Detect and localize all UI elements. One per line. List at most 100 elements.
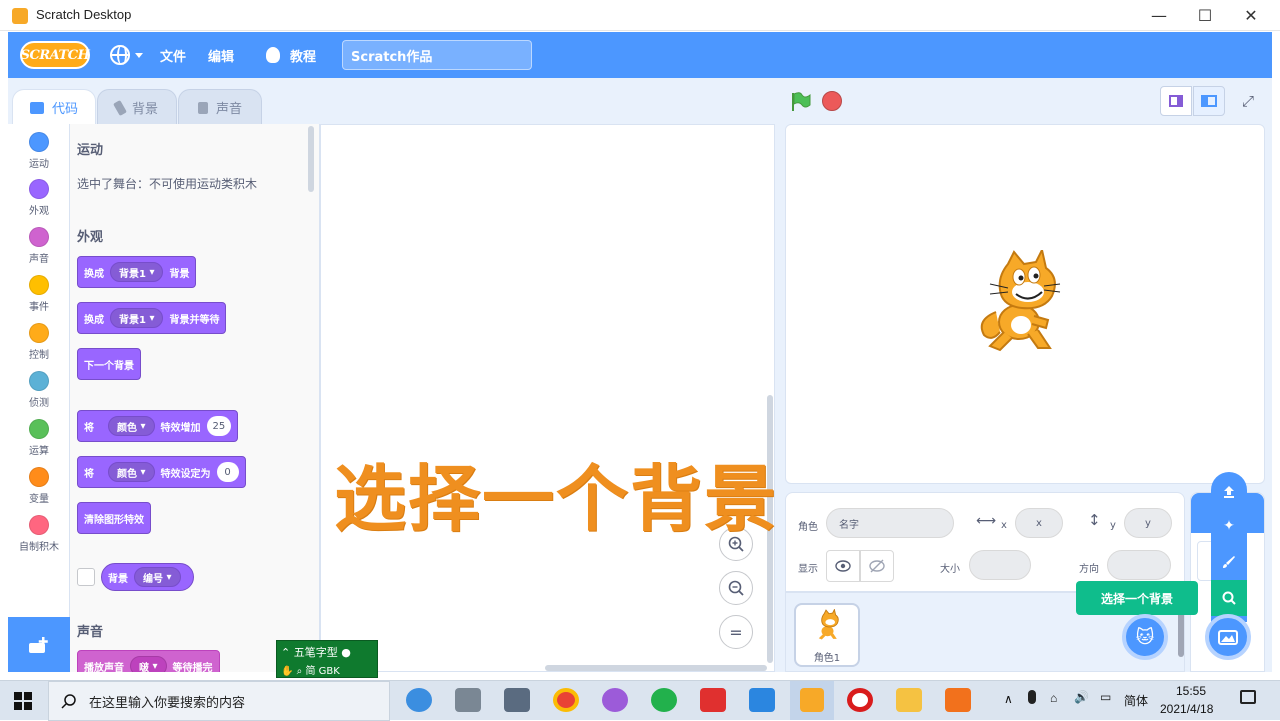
effect-dropdown[interactable]: 颜色 ▾: [108, 416, 155, 436]
category-variables[interactable]: 变量: [8, 467, 70, 505]
taskbar-app-icon[interactable]: [504, 688, 530, 712]
chrome-icon[interactable]: [553, 688, 579, 712]
tray-chevron-icon[interactable]: ∧: [1004, 692, 1013, 706]
taskbar-app-icon[interactable]: [406, 688, 432, 712]
microphone-icon[interactable]: [1028, 690, 1036, 704]
set-effect-block[interactable]: 将 颜色 ▾ 特效设定为 0: [77, 456, 246, 488]
upload-backdrop-button[interactable]: [1211, 474, 1247, 510]
hide-sprite-button[interactable]: [860, 550, 894, 582]
close-button[interactable]: ✕: [1228, 0, 1274, 31]
network-icon[interactable]: ⌂: [1050, 691, 1057, 705]
ime-search-icon: ⌕: [296, 666, 303, 677]
scratch-logo[interactable]: SCRATCH: [20, 41, 90, 69]
taskbar-app-icon[interactable]: [455, 688, 481, 712]
category-operators[interactable]: 运算: [8, 419, 70, 457]
normal-stage-button[interactable]: [1193, 86, 1225, 116]
project-title-input[interactable]: Scratch作品: [342, 40, 532, 70]
play-sound-until-done-block[interactable]: 播放声音 啵 ▾ 等待播完: [77, 650, 220, 672]
stage-canvas[interactable]: [785, 124, 1265, 484]
edit-menu[interactable]: 编辑: [208, 32, 234, 78]
tab-backdrops[interactable]: 背景: [97, 89, 177, 125]
taskbar-app-icon[interactable]: [945, 688, 971, 712]
sound-dropdown[interactable]: 啵 ▾: [130, 656, 167, 672]
paint-backdrop-button[interactable]: [1211, 544, 1247, 580]
zoom-reset-button[interactable]: =: [719, 615, 753, 649]
choose-backdrop-button[interactable]: [1205, 614, 1251, 660]
tutorials-menu[interactable]: 教程: [266, 32, 316, 78]
fullscreen-button[interactable]: ⤢: [1232, 86, 1264, 116]
small-stage-button[interactable]: [1160, 86, 1192, 116]
caret-down-icon: [135, 52, 143, 58]
effect-set-input[interactable]: 0: [216, 462, 239, 482]
search-backdrop-button[interactable]: [1211, 580, 1247, 616]
switch-backdrop-block[interactable]: 换成 背景1 ▾ 背景: [77, 256, 197, 288]
monitor-checkbox[interactable]: [77, 568, 95, 586]
category-control[interactable]: 控制: [8, 323, 70, 361]
size-input[interactable]: [969, 550, 1031, 580]
category-looks[interactable]: 外观: [8, 179, 70, 217]
x-input[interactable]: x: [1015, 508, 1063, 538]
tab-sounds[interactable]: 声音: [178, 89, 262, 125]
backdrop-number-reporter[interactable]: 背景 编号 ▾: [101, 563, 194, 591]
sprite-name-input[interactable]: 名字: [826, 508, 954, 538]
tab-code[interactable]: 代码: [12, 89, 96, 125]
volume-icon[interactable]: 🔊: [1074, 690, 1089, 704]
effect-dropdown[interactable]: 颜色 ▾: [108, 462, 155, 482]
sprite-name: 角色1: [813, 653, 841, 664]
cat-thumbnail-icon: [818, 609, 839, 640]
backdrop-dropdown[interactable]: 背景1 ▾: [110, 262, 164, 282]
scratch-cat-sprite[interactable]: [974, 250, 1074, 360]
category-my-blocks[interactable]: 自制积木: [8, 515, 70, 553]
fullscreen-icon: ⤢: [1241, 92, 1254, 110]
wechat-icon[interactable]: [651, 688, 677, 712]
taskbar-active-app[interactable]: [790, 681, 834, 720]
direction-input[interactable]: [1107, 550, 1171, 580]
x-arrows-icon: ⟷: [976, 513, 997, 529]
number-name-dropdown[interactable]: 编号 ▾: [134, 567, 181, 587]
sprite-thumbnail[interactable]: 角色1: [794, 603, 860, 667]
minimize-button[interactable]: —: [1136, 0, 1182, 31]
effect-change-input[interactable]: 25: [206, 416, 232, 436]
script-horizontal-scrollbar[interactable]: [545, 665, 767, 671]
clear-effects-block[interactable]: 清除图形特效: [77, 502, 151, 534]
switch-backdrop-wait-block[interactable]: 换成 背景1 ▾ 背景并等待: [77, 302, 227, 334]
file-explorer-icon[interactable]: [896, 688, 922, 712]
surprise-backdrop-button[interactable]: ✦: [1211, 508, 1247, 544]
input-language[interactable]: 简体: [1124, 692, 1148, 709]
y-input[interactable]: y: [1124, 508, 1172, 538]
taskbar-app-icon[interactable]: [602, 688, 628, 712]
category-motion[interactable]: 运动: [8, 132, 70, 170]
category-events[interactable]: 事件: [8, 275, 70, 313]
clock-time[interactable]: 15:55: [1176, 684, 1206, 698]
palette-scrollbar[interactable]: [308, 126, 314, 192]
wps-icon[interactable]: [700, 688, 726, 712]
category-label: 事件: [29, 302, 49, 313]
green-flag-button[interactable]: [790, 91, 811, 111]
opera-icon[interactable]: [847, 688, 873, 712]
stop-button[interactable]: [822, 91, 842, 111]
ime-toolbar[interactable]: ⌃ 五笔字型 ● ✋ ⌕ 简 GBK: [276, 640, 378, 678]
taskbar-search-box[interactable]: 在这里输入你要搜索的内容: [48, 681, 390, 721]
notification-icon[interactable]: [1240, 690, 1256, 704]
start-button[interactable]: [14, 692, 32, 713]
script-area[interactable]: =: [320, 124, 775, 672]
zoom-out-button[interactable]: [719, 571, 753, 605]
clock-date[interactable]: 2021/4/18: [1160, 702, 1213, 716]
change-effect-block[interactable]: 将 颜色 ▾ 特效增加 25: [77, 410, 239, 442]
category-sensing[interactable]: 侦测: [8, 371, 70, 409]
category-sound[interactable]: 声音: [8, 227, 70, 265]
choose-sprite-button[interactable]: 🐱: [1122, 614, 1168, 660]
language-menu[interactable]: [110, 32, 143, 78]
motion-dot-icon: [29, 132, 49, 152]
category-label: 运动: [29, 159, 49, 170]
add-extension-button[interactable]: [8, 617, 70, 672]
file-menu[interactable]: 文件: [160, 32, 186, 78]
scratch-app-icon: [12, 8, 28, 24]
looks-heading: 外观: [77, 230, 104, 245]
battery-icon[interactable]: ▭: [1100, 690, 1111, 704]
taskbar-app-icon[interactable]: [749, 688, 775, 712]
next-backdrop-block[interactable]: 下一个背景: [77, 348, 141, 380]
backdrop-dropdown[interactable]: 背景1 ▾: [110, 308, 164, 328]
maximize-button[interactable]: ☐: [1182, 0, 1228, 31]
show-sprite-button[interactable]: [826, 550, 860, 582]
